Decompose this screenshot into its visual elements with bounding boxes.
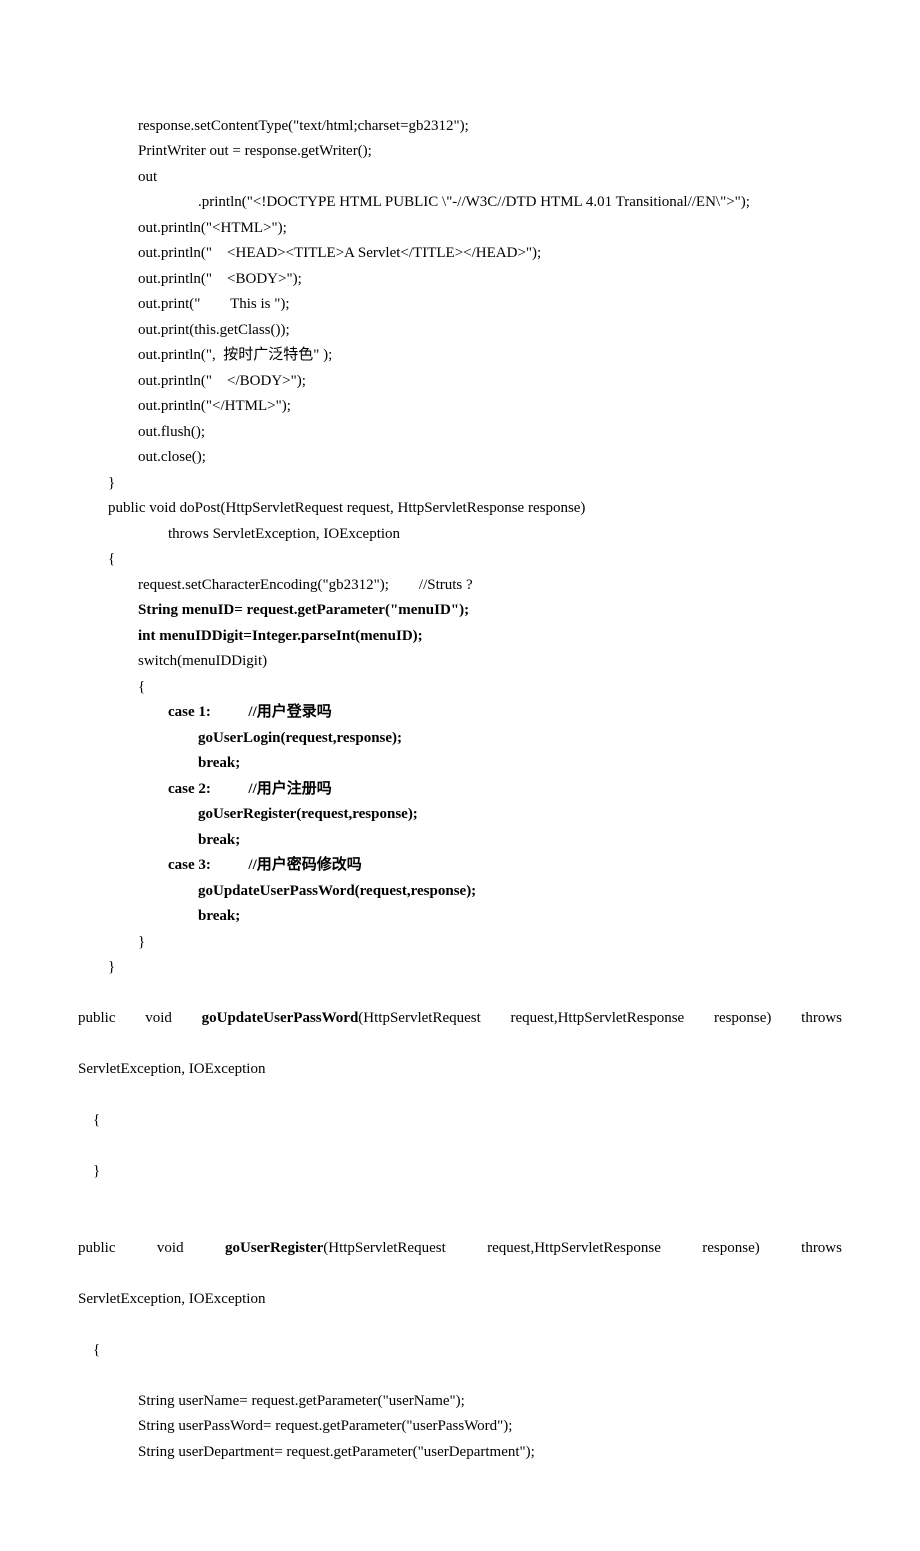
code-line: break; [78, 904, 842, 930]
code-line: out.println("</HTML>"); [78, 394, 842, 420]
code-line: case 1: //用户登录吗 [78, 700, 842, 726]
code-line: out [78, 165, 842, 191]
code-document-page: response.setContentType("text/html;chars… [0, 0, 920, 1551]
brace-open: { [78, 1338, 842, 1364]
code-line: switch(menuIDDigit) [78, 649, 842, 675]
code-line: String userName= request.getParameter("u… [78, 1389, 842, 1415]
code-line: .println("<!DOCTYPE HTML PUBLIC \"-//W3C… [78, 190, 842, 216]
code-line: { [78, 547, 842, 573]
code-line: out.println(", 按时广泛特色" ); [78, 343, 842, 369]
code-line: String menuID= request.getParameter("men… [78, 598, 842, 624]
text-line: ServletException, IOException [78, 1057, 842, 1083]
code-line: } [78, 471, 842, 497]
method-name: goUpdateUserPassWord [202, 1010, 359, 1026]
code-line: int menuIDDigit=Integer.parseInt(menuID)… [78, 624, 842, 650]
code-line: out.println(" <HEAD><TITLE>A Servlet</TI… [78, 241, 842, 267]
code-line: out.print(" This is "); [78, 292, 842, 318]
code-line: PrintWriter out = response.getWriter(); [78, 139, 842, 165]
code-tail: String userName= request.getParameter("u… [78, 1389, 842, 1466]
code-line: out.print(this.getClass()); [78, 318, 842, 344]
code-listing: response.setContentType("text/html;chars… [78, 114, 842, 981]
code-line: out.println(" <BODY>"); [78, 267, 842, 293]
text: (HttpServletRequest request,HttpServletR… [358, 1010, 842, 1026]
code-line: case 3: //用户密码修改吗 [78, 853, 842, 879]
code-line: { [78, 675, 842, 701]
code-line: response.setContentType("text/html;chars… [78, 114, 842, 140]
code-line: goUserRegister(request,response); [78, 802, 842, 828]
text-line: ServletException, IOException [78, 1287, 842, 1313]
code-line: } [78, 955, 842, 981]
code-line: public void doPost(HttpServletRequest re… [78, 496, 842, 522]
code-line: request.setCharacterEncoding("gb2312"); … [78, 573, 842, 599]
code-line: out.close(); [78, 445, 842, 471]
code-line: out.println(" </BODY>"); [78, 369, 842, 395]
method-name: goUserRegister [225, 1240, 323, 1256]
code-line: } [78, 930, 842, 956]
code-line: break; [78, 828, 842, 854]
code-line: goUserLogin(request,response); [78, 726, 842, 752]
method-decl-goUpdateUserPassWord: public void goUpdateUserPassWord(HttpSer… [78, 1006, 842, 1032]
code-line: throws ServletException, IOException [78, 522, 842, 548]
method-decl-goUserRegister: public void goUserRegister(HttpServletRe… [78, 1236, 842, 1262]
code-line: out.println("<HTML>"); [78, 216, 842, 242]
text: public void [78, 1240, 225, 1256]
code-line: goUpdateUserPassWord(request,response); [78, 879, 842, 905]
text: public void [78, 1010, 202, 1026]
brace-close: } [78, 1159, 842, 1185]
code-line: break; [78, 751, 842, 777]
code-line: String userDepartment= request.getParame… [78, 1440, 842, 1466]
code-line: String userPassWord= request.getParamete… [78, 1414, 842, 1440]
code-line: out.flush(); [78, 420, 842, 446]
brace-open: { [78, 1108, 842, 1134]
code-line: case 2: //用户注册吗 [78, 777, 842, 803]
text: (HttpServletRequest request,HttpServletR… [323, 1240, 842, 1256]
